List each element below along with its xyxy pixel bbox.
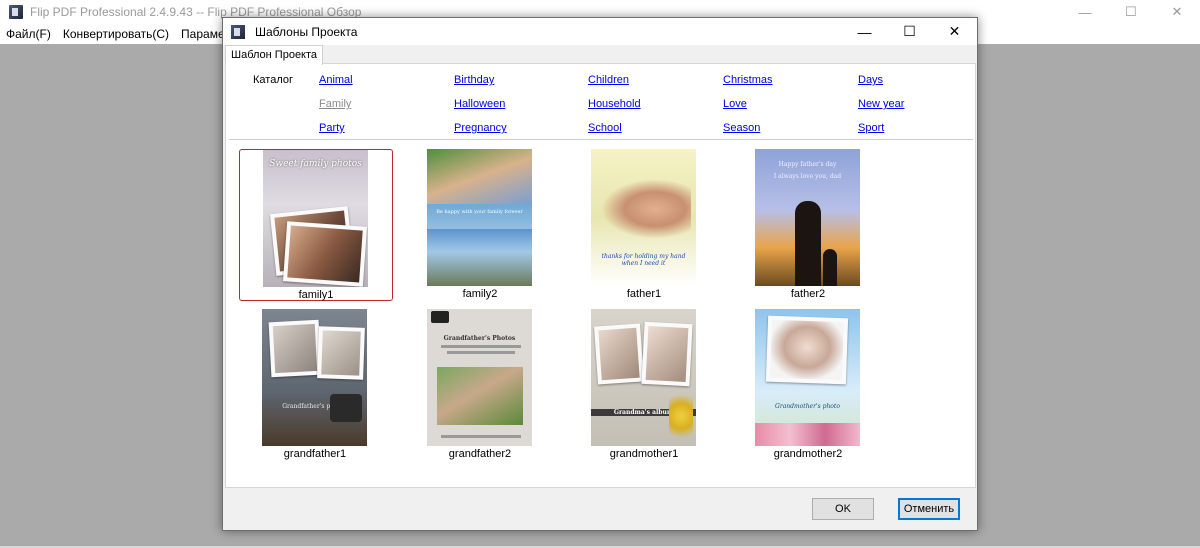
category-link-household[interactable]: Household <box>588 98 641 110</box>
ok-button[interactable]: OK <box>812 498 874 520</box>
template-preview-grandmother1: Grandma's album <box>591 309 696 446</box>
template-thumb-grandmother1[interactable]: Grandma's album grandmother1 <box>568 309 720 460</box>
text-line <box>447 351 515 354</box>
camera-icon <box>330 394 362 422</box>
cancel-button[interactable]: Отменить <box>898 498 960 520</box>
template-caption: grandmother2 <box>773 448 843 460</box>
template-thumb-family2[interactable]: Be happy with your family forever family… <box>404 149 556 300</box>
template-preview-family2: Be happy with your family forever <box>427 149 532 286</box>
template-caption: grandfather2 <box>448 448 512 460</box>
photo-image <box>598 327 640 381</box>
preview-text-grandfather2: Grandfather's Photos <box>443 335 516 342</box>
template-preview-grandmother2: Grandmother's photo <box>755 309 860 446</box>
photo-frame <box>594 323 644 385</box>
photo-image <box>437 367 523 425</box>
preview-text-family1: Sweet family photos <box>269 159 362 169</box>
dialog-close-icon[interactable]: ✕ <box>932 18 977 45</box>
preview-text-grandmother2: Grandmother's photo <box>775 403 840 410</box>
template-panel: Каталог Animal Birthday Children Christm… <box>225 63 976 488</box>
photo-image <box>427 149 532 204</box>
template-caption: grandfather1 <box>283 448 347 460</box>
template-preview-father1: thanks for holding my hand when I need i… <box>591 149 696 286</box>
app-window-controls: — ☐ ✕ <box>1062 0 1200 24</box>
photo-image <box>645 325 689 383</box>
dialog-titlebar: Шаблоны Проекта — ☐ ✕ <box>223 18 977 45</box>
photo-image <box>427 229 532 286</box>
category-link-christmas[interactable]: Christmas <box>723 74 773 86</box>
photo-image <box>287 225 363 283</box>
category-link-animal[interactable]: Animal <box>319 74 353 86</box>
photo-frame <box>317 326 365 380</box>
template-preview-father2: Happy father's day I always love you, da… <box>755 149 860 286</box>
text-line <box>441 345 521 348</box>
hands-image <box>601 179 691 239</box>
menu-convert[interactable]: Конвертировать(C) <box>57 27 175 41</box>
preview-text-father1: thanks for holding my hand when I need i… <box>601 253 686 267</box>
catalog-label: Каталог <box>253 74 293 86</box>
template-thumb-family1[interactable]: Sweet family photos family1 <box>239 149 393 301</box>
dialog-footer: OK Отменить <box>225 488 974 528</box>
category-link-pregnancy[interactable]: Pregnancy <box>454 122 507 134</box>
silhouette-image <box>823 249 837 286</box>
divider <box>229 139 973 140</box>
template-caption: father1 <box>626 288 662 300</box>
photo-frame <box>765 315 849 385</box>
template-thumb-father2[interactable]: Happy father's day I always love you, da… <box>732 149 884 300</box>
tab-project-template[interactable]: Шаблон Проекта <box>225 45 324 65</box>
flower-image <box>755 423 860 446</box>
category-link-halloween[interactable]: Halloween <box>454 98 505 110</box>
preview-text-family2: Be happy with your family forever <box>436 209 523 215</box>
app-logo-icon <box>9 5 23 19</box>
template-preview-grandfather2: Grandfather's Photos <box>427 309 532 446</box>
dialog-minimize-icon[interactable]: — <box>842 18 887 45</box>
templates-dialog: Шаблоны Проекта — ☐ ✕ Шаблон Проекта Кат… <box>222 17 978 531</box>
template-caption: father2 <box>790 288 826 300</box>
category-link-party[interactable]: Party <box>319 122 345 134</box>
category-link-new-year[interactable]: New year <box>858 98 904 110</box>
silhouette-image <box>795 201 821 286</box>
menu-file[interactable]: Файл(F) <box>0 27 57 41</box>
category-link-children[interactable]: Children <box>588 74 629 86</box>
photo-frame <box>283 221 367 287</box>
category-link-days[interactable]: Days <box>858 74 883 86</box>
template-caption: grandmother1 <box>609 448 679 460</box>
template-thumb-grandmother2[interactable]: Grandmother's photo grandmother2 <box>732 309 884 460</box>
text-line <box>441 435 521 438</box>
photo-image <box>321 330 361 376</box>
template-thumb-father1[interactable]: thanks for holding my hand when I need i… <box>568 149 720 300</box>
app-minimize-icon[interactable]: — <box>1062 0 1108 24</box>
template-thumb-grandfather2[interactable]: Grandfather's Photos grandfather2 <box>404 309 556 460</box>
dialog-logo-icon <box>231 24 245 39</box>
template-preview-family1: Sweet family photos <box>263 150 368 287</box>
photo-frame <box>268 319 322 378</box>
category-link-school[interactable]: School <box>588 122 622 134</box>
template-thumb-grandfather1[interactable]: Grandfather's photos grandfather1 <box>239 309 391 460</box>
category-link-family[interactable]: Family <box>319 98 351 110</box>
dialog-maximize-icon[interactable]: ☐ <box>887 18 932 45</box>
template-preview-grandfather1: Grandfather's photos <box>262 309 367 446</box>
category-link-love[interactable]: Love <box>723 98 747 110</box>
photo-image <box>272 323 318 374</box>
photo-frame <box>641 321 693 387</box>
dialog-title: Шаблоны Проекта <box>255 24 358 39</box>
camera-icon <box>431 311 449 323</box>
category-link-season[interactable]: Season <box>723 122 760 134</box>
app-close-icon[interactable]: ✕ <box>1154 0 1200 24</box>
template-caption: family2 <box>462 288 498 300</box>
category-link-sport[interactable]: Sport <box>858 122 884 134</box>
template-caption: family1 <box>298 289 334 301</box>
dialog-window-controls: — ☐ ✕ <box>842 18 977 45</box>
category-link-birthday[interactable]: Birthday <box>454 74 494 86</box>
preview-text-father2: Happy father's day I always love you, da… <box>773 161 842 180</box>
app-maximize-icon[interactable]: ☐ <box>1108 0 1154 24</box>
photo-image <box>770 319 844 381</box>
flower-image <box>669 387 693 445</box>
